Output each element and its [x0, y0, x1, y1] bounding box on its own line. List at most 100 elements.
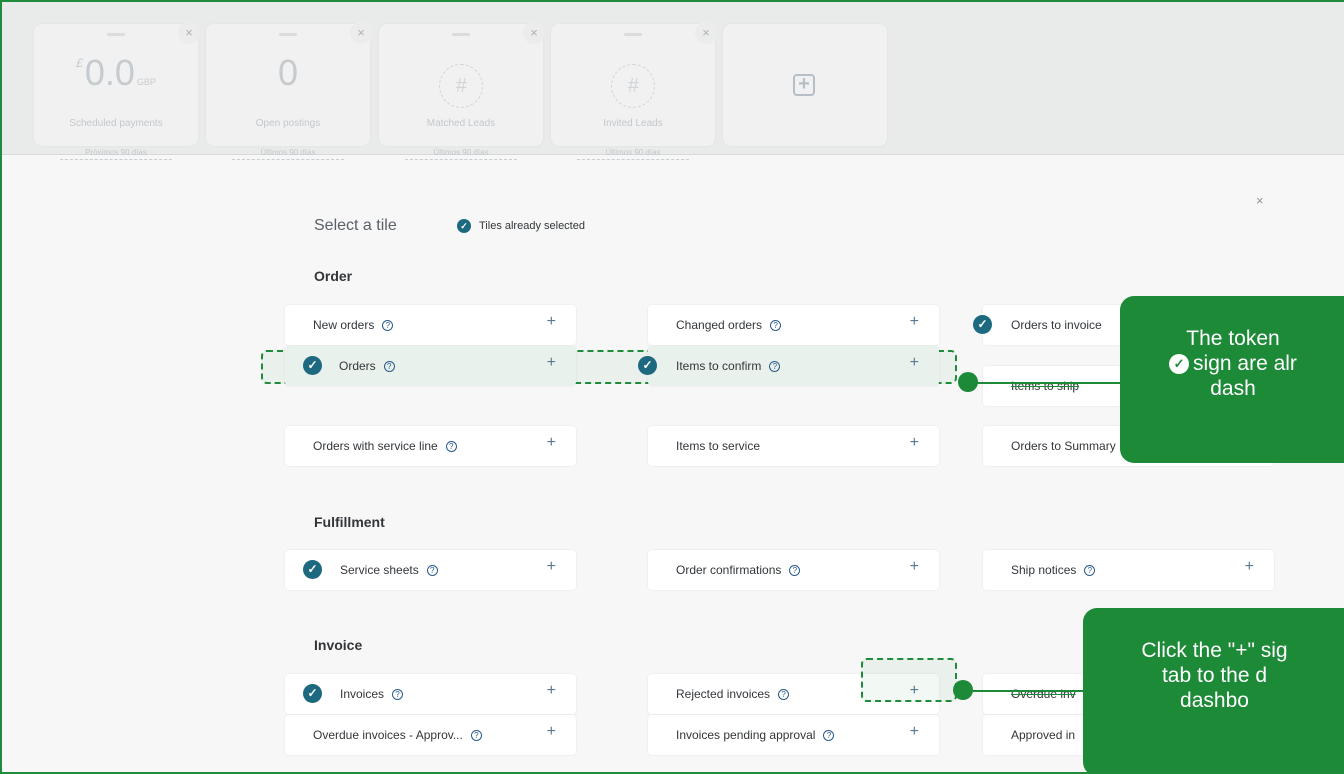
kpi-label: Scheduled payments: [69, 118, 163, 129]
tile-label: Invoices pending approval?: [676, 728, 835, 742]
selected-check-icon: ✓: [638, 356, 657, 375]
help-icon[interactable]: ?: [789, 565, 801, 576]
add-tile-plus-button[interactable]: +: [910, 723, 919, 741]
tile-label: Orders to Summary: [1011, 439, 1116, 453]
help-icon[interactable]: ?: [392, 689, 404, 700]
add-tile-plus-button[interactable]: +: [547, 558, 556, 576]
app-frame: × £0.0 GBP Scheduled payments Próximos 90…: [0, 0, 1344, 774]
tile-changed-orders[interactable]: Changed orders? +: [648, 305, 939, 345]
help-icon[interactable]: ?: [470, 730, 482, 741]
help-icon[interactable]: ?: [1084, 565, 1096, 576]
selected-check-icon: ✓: [303, 560, 322, 579]
help-icon[interactable]: ?: [769, 361, 781, 372]
kpi-label: Invited Leads: [603, 118, 663, 129]
add-tile-plus-icon: +: [793, 74, 815, 96]
callout-connector-line: [968, 382, 1128, 384]
drag-handle-icon[interactable]: [624, 33, 642, 36]
add-tile-plus-button[interactable]: +: [910, 354, 919, 372]
help-icon[interactable]: ?: [383, 361, 395, 372]
tile-order-confirmations[interactable]: Order confirmations? +: [648, 550, 939, 590]
callout-selected-tiles: The token ✓ sign are alr dash: [1120, 296, 1344, 463]
tile-invoices[interactable]: ✓ Invoices? +: [285, 674, 576, 714]
kpi-value: £0.0 GBP: [76, 52, 156, 93]
tile-new-orders[interactable]: New orders? +: [285, 305, 576, 345]
tile-label: Invoices?: [340, 687, 404, 701]
callout-anchor-dot: [958, 372, 978, 392]
highlight-plus-button-box: [861, 658, 957, 702]
tile-label: Approved in: [1011, 728, 1076, 742]
remove-tile-close-icon[interactable]: ×: [350, 22, 372, 44]
tile-label: Items to confirm?: [676, 359, 781, 373]
tile-label: Overdue invoices - Approv...?: [313, 728, 482, 742]
tile-items-to-confirm[interactable]: ✓ Items to confirm? +: [638, 346, 939, 386]
dialog-close-icon[interactable]: ×: [1256, 193, 1264, 208]
section-title-order: Order: [314, 268, 353, 284]
add-tile-plus-button[interactable]: +: [910, 434, 919, 452]
tile-invoices-pending-approval[interactable]: Invoices pending approval? +: [648, 715, 939, 755]
help-icon[interactable]: ?: [778, 689, 790, 700]
tile-orders-with-service-line[interactable]: Orders with service line? +: [285, 426, 576, 466]
add-tile-plus-button[interactable]: +: [910, 558, 919, 576]
tile-label: Orders to invoice: [1011, 318, 1102, 332]
kpi-tile-open-postings[interactable]: × 0 Open postings Últimos 90 días: [206, 22, 372, 160]
tile-orders[interactable]: ✓ Orders? +: [285, 346, 576, 386]
kpi-tile-scheduled-payments[interactable]: × £0.0 GBP Scheduled payments Próximos 90…: [34, 22, 200, 160]
section-title-fulfillment: Fulfillment: [314, 514, 385, 530]
dialog-title: Select a tile: [314, 217, 397, 234]
check-circle-icon: ✓: [457, 219, 471, 233]
selected-check-icon: ✓: [303, 684, 322, 703]
callout-line: tab to the d: [1161, 664, 1268, 687]
hash-icon: #: [439, 64, 483, 108]
add-tile-plus-button[interactable]: +: [1245, 558, 1254, 576]
drag-handle-icon[interactable]: [452, 33, 470, 36]
callout-add-tile: Click the "+" sig tab to the d dashbo: [1083, 608, 1344, 772]
add-tile-plus-button[interactable]: +: [910, 313, 919, 331]
add-tile-button[interactable]: +: [723, 24, 887, 146]
callout-anchor-dot: [953, 680, 973, 700]
hash-icon: #: [611, 64, 655, 108]
kpi-period-link[interactable]: Últimos 90 días: [232, 148, 344, 160]
selected-check-icon: ✓: [973, 315, 992, 334]
help-icon[interactable]: ?: [770, 320, 782, 331]
kpi-tile-matched-leads[interactable]: × # Matched Leads Últimos 90 días: [379, 22, 545, 160]
help-icon[interactable]: ?: [445, 441, 457, 452]
tile-label: Items to service: [676, 439, 761, 453]
add-tile-plus-button[interactable]: +: [547, 723, 556, 741]
drag-handle-icon[interactable]: [107, 33, 125, 36]
tile-label: Order confirmations?: [676, 563, 801, 577]
help-icon[interactable]: ?: [426, 565, 438, 576]
kpi-tile-invited-leads[interactable]: × # Invited Leads Últimos 90 días: [551, 22, 717, 160]
callout-line: ✓ sign are alr: [1120, 351, 1344, 376]
tile-label: Rejected invoices?: [676, 687, 790, 701]
help-icon[interactable]: ?: [382, 320, 394, 331]
kpi-label: Open postings: [255, 118, 321, 129]
tile-service-sheets[interactable]: ✓ Service sheets? +: [285, 550, 576, 590]
selected-legend: ✓ Tiles already selected: [457, 219, 585, 233]
tile-label: Orders with service line?: [313, 439, 457, 453]
kpi-period-link[interactable]: Últimos 90 días: [577, 148, 689, 160]
callout-line: The token: [1186, 327, 1280, 350]
kpi-period-link[interactable]: Próximos 90 días: [60, 148, 172, 160]
add-tile-plus-button[interactable]: +: [547, 682, 556, 700]
add-tile-plus-button[interactable]: +: [547, 313, 556, 331]
add-tile-plus-button[interactable]: +: [547, 434, 556, 452]
section-title-invoice: Invoice: [314, 637, 363, 653]
tile-label: Orders?: [339, 359, 395, 373]
remove-tile-close-icon[interactable]: ×: [523, 22, 545, 44]
tile-label: Changed orders?: [676, 318, 782, 332]
kpi-tile-strip: × £0.0 GBP Scheduled payments Próximos 90…: [2, 2, 1344, 160]
callout-line: Click the "+" sig: [1141, 639, 1288, 662]
callout-line: dash: [1210, 377, 1256, 400]
tile-overdue-invoices-approval[interactable]: Overdue invoices - Approv...? +: [285, 715, 576, 755]
drag-handle-icon[interactable]: [279, 33, 297, 36]
tile-label: Service sheets?: [340, 563, 438, 577]
tile-ship-notices[interactable]: Ship notices? +: [983, 550, 1274, 590]
remove-tile-close-icon[interactable]: ×: [695, 22, 717, 44]
legend-label: Tiles already selected: [479, 220, 585, 232]
remove-tile-close-icon[interactable]: ×: [178, 22, 200, 44]
help-icon[interactable]: ?: [823, 730, 835, 741]
callout-line: dashbo: [1180, 689, 1249, 712]
kpi-period-link[interactable]: Últimos 90 días: [405, 148, 517, 160]
tile-items-to-service[interactable]: Items to service +: [648, 426, 939, 466]
add-tile-plus-button[interactable]: +: [547, 354, 556, 372]
